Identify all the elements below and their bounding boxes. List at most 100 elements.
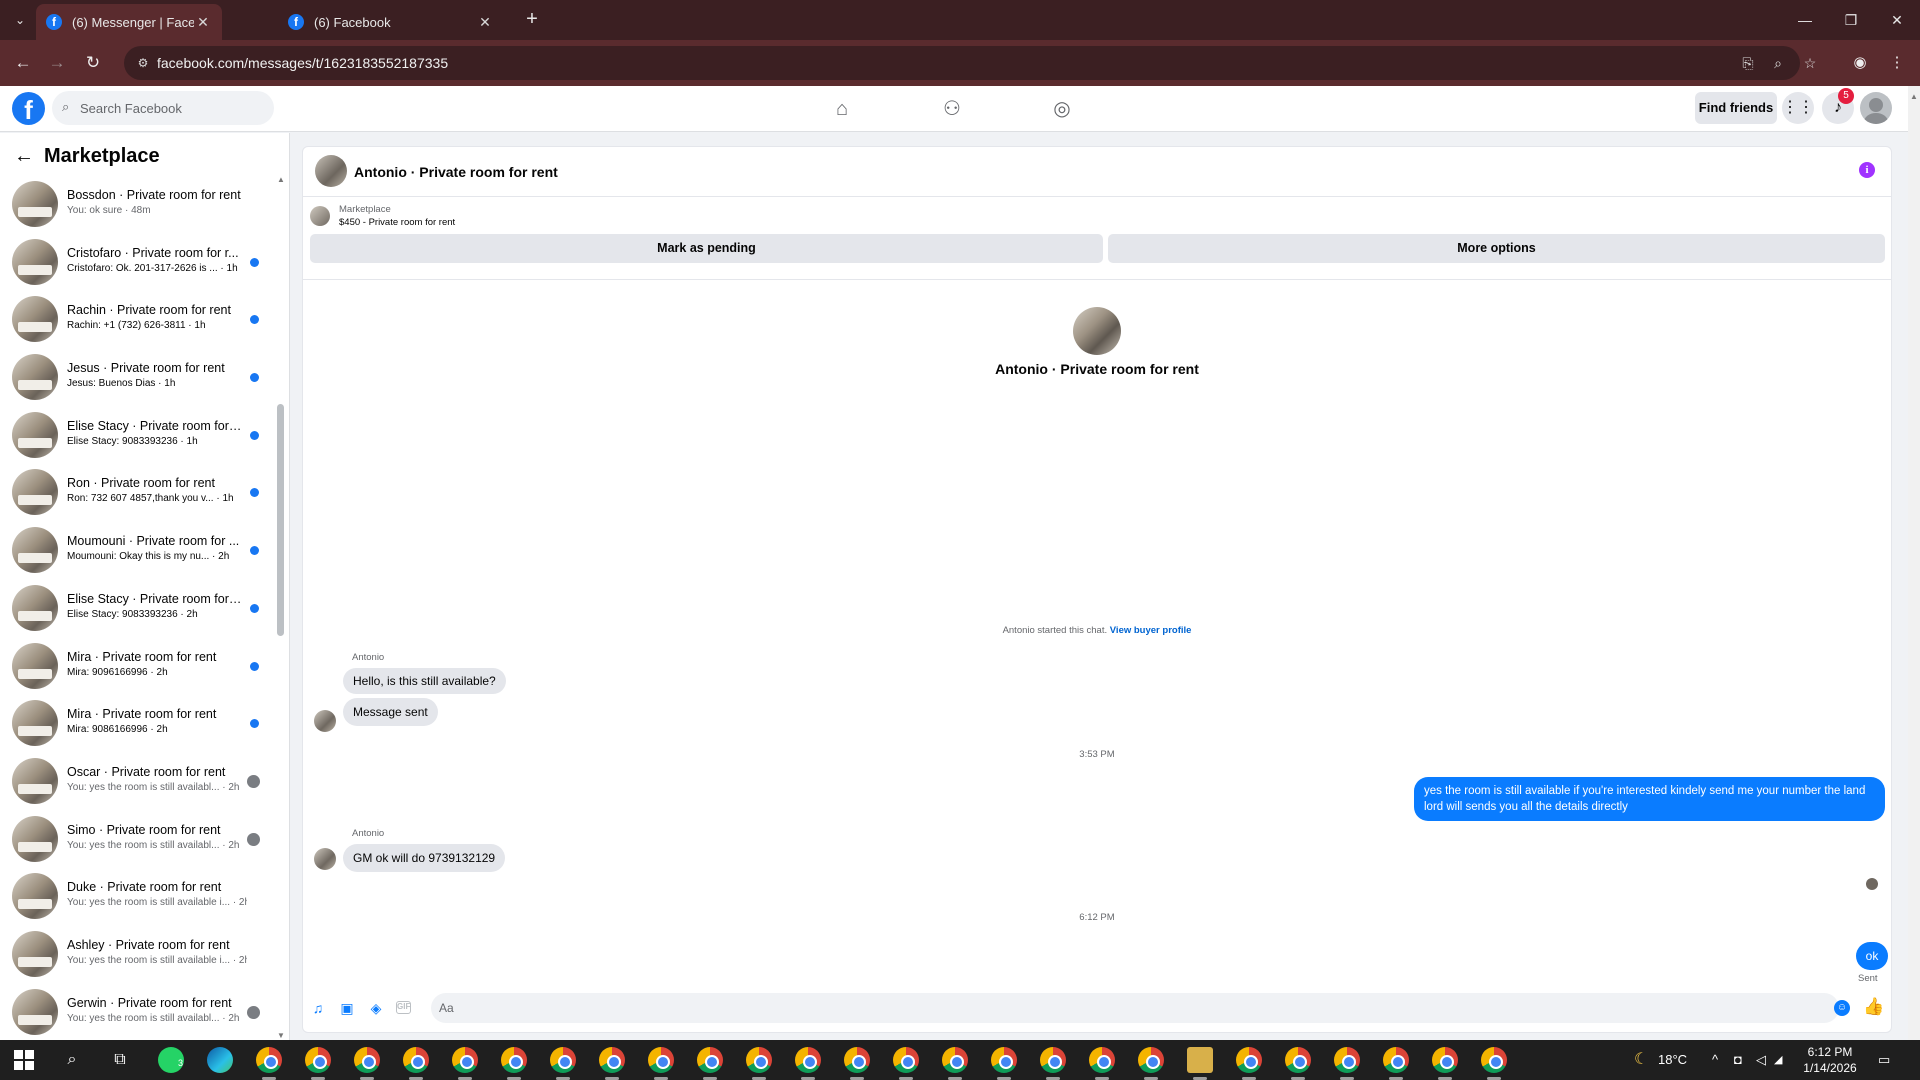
message-bubble[interactable]: Hello, is this still available? bbox=[343, 668, 506, 694]
listing-thumbnail[interactable] bbox=[310, 206, 330, 226]
find-friends-button[interactable]: Find friends bbox=[1695, 92, 1777, 124]
chrome-window-icon[interactable] bbox=[697, 1047, 723, 1073]
sidebar-scrollbar[interactable]: ▲ ▼ bbox=[274, 175, 286, 1040]
task-view-icon[interactable]: ⧉ bbox=[106, 1046, 134, 1074]
chat-title[interactable]: Antonio · Private room for rent bbox=[354, 164, 558, 180]
chrome-window-icon[interactable] bbox=[942, 1047, 968, 1073]
back-arrow-icon[interactable]: ← bbox=[14, 144, 38, 168]
groups-icon[interactable]: ◎ bbox=[1048, 95, 1076, 123]
chrome-window-icon[interactable] bbox=[1236, 1047, 1262, 1073]
weather-temperature[interactable]: 18°C bbox=[1658, 1050, 1687, 1070]
chrome-window-icon[interactable] bbox=[354, 1047, 380, 1073]
edge-icon[interactable] bbox=[207, 1047, 233, 1073]
chrome-window-icon[interactable] bbox=[1285, 1047, 1311, 1073]
chrome-window-icon[interactable] bbox=[1383, 1047, 1409, 1073]
facebook-search[interactable]: ⌕ bbox=[52, 91, 274, 125]
notification-center-icon[interactable]: ▭ bbox=[1878, 1050, 1890, 1070]
conversation-item[interactable]: Mira · Private room for rent Mira: 909616… bbox=[0, 637, 272, 695]
conversation-item[interactable]: Ashley · Private room for rent You: yes t… bbox=[0, 925, 272, 983]
chrome-window-icon[interactable] bbox=[1138, 1047, 1164, 1073]
profile-icon[interactable]: ◉ bbox=[1849, 52, 1871, 74]
chrome-window-icon[interactable] bbox=[403, 1047, 429, 1073]
account-avatar[interactable] bbox=[1860, 92, 1892, 124]
conversation-item[interactable]: Gerwin · Private room for rent You: yes t… bbox=[0, 983, 272, 1040]
chrome-window-icon[interactable] bbox=[844, 1047, 870, 1073]
conversation-item[interactable]: Elise Stacy · Private room for r... Elise… bbox=[0, 406, 272, 464]
intro-avatar[interactable] bbox=[1073, 307, 1121, 355]
bookmark-star-icon[interactable]: ☆ bbox=[1800, 53, 1820, 73]
gif-icon[interactable]: GIF bbox=[396, 1001, 411, 1014]
message-input[interactable] bbox=[431, 993, 1839, 1023]
file-explorer-icon[interactable] bbox=[1187, 1047, 1213, 1073]
chrome-window-icon[interactable] bbox=[305, 1047, 331, 1073]
address-bar[interactable]: ⚙ facebook.com/messages/t/16231835521873… bbox=[124, 46, 1816, 80]
conversation-item[interactable]: Cristofaro · Private room for r... Cristo… bbox=[0, 233, 272, 291]
mark-as-pending-button[interactable]: Mark as pending bbox=[310, 234, 1103, 263]
chrome-window-icon[interactable] bbox=[1481, 1047, 1507, 1073]
zoom-icon[interactable]: ⌕ bbox=[1768, 53, 1788, 73]
sticker-icon[interactable]: ◈ bbox=[367, 999, 385, 1017]
minimize-icon[interactable]: — bbox=[1782, 0, 1828, 40]
conversation-info-icon[interactable]: i bbox=[1859, 162, 1875, 178]
scroll-up-arrow-icon[interactable]: ▲ bbox=[1910, 92, 1918, 101]
sender-avatar[interactable] bbox=[314, 710, 336, 732]
microphone-icon[interactable]: ♫ bbox=[309, 999, 327, 1017]
tab-messenger[interactable]: f (6) Messenger | Facebook ✕ bbox=[36, 4, 222, 40]
install-app-icon[interactable]: ⎘ bbox=[1738, 53, 1758, 73]
chrome-window-icon[interactable] bbox=[1432, 1047, 1458, 1073]
chrome-window-icon[interactable] bbox=[746, 1047, 772, 1073]
chrome-window-icon[interactable] bbox=[893, 1047, 919, 1073]
tray-chevron-icon[interactable]: ^ bbox=[1712, 1050, 1718, 1070]
search-input[interactable] bbox=[80, 98, 260, 118]
conversation-item[interactable]: Oscar · Private room for rent You: yes th… bbox=[0, 752, 272, 810]
friends-icon[interactable]: ⚇ bbox=[938, 95, 966, 123]
taskbar-search-icon[interactable]: ⌕ bbox=[58, 1046, 86, 1074]
close-window-icon[interactable]: ✕ bbox=[1874, 0, 1920, 40]
volume-icon[interactable]: ◁ bbox=[1756, 1050, 1766, 1070]
site-info-icon[interactable]: ⚙ bbox=[134, 54, 152, 72]
message-bubble[interactable]: GM ok will do 9739132129 bbox=[343, 844, 506, 872]
message-bubble-outgoing[interactable]: yes the room is still available if you'r… bbox=[1414, 777, 1885, 821]
emoji-icon[interactable]: ☺ bbox=[1834, 1000, 1850, 1016]
conversation-item[interactable]: Elise Stacy · Private room for r... Elise… bbox=[0, 579, 272, 637]
weather-moon-icon[interactable]: ☾ bbox=[1634, 1050, 1648, 1070]
sender-avatar[interactable] bbox=[314, 848, 336, 870]
chrome-window-icon[interactable] bbox=[795, 1047, 821, 1073]
reload-icon[interactable]: ↻ bbox=[80, 50, 106, 76]
chrome-window-icon[interactable] bbox=[1089, 1047, 1115, 1073]
wifi-icon[interactable]: ◢ bbox=[1774, 1050, 1782, 1070]
photo-icon[interactable]: ▣ bbox=[338, 999, 356, 1017]
facebook-logo-icon[interactable]: f bbox=[12, 92, 45, 125]
scroll-down-arrow-icon[interactable]: ▼ bbox=[277, 1031, 285, 1040]
close-tab-icon[interactable]: ✕ bbox=[194, 14, 212, 31]
menu-grid-icon[interactable]: ⋮⋮ bbox=[1782, 92, 1814, 124]
browser-menu-icon[interactable]: ⋮ bbox=[1886, 52, 1908, 74]
close-tab-icon[interactable]: ✕ bbox=[476, 14, 494, 31]
conversation-item[interactable]: Simo · Private room for rent You: yes the… bbox=[0, 810, 272, 868]
new-tab-icon[interactable]: + bbox=[520, 8, 544, 32]
conversation-item[interactable]: Rachin · Private room for rent Rachin: +1… bbox=[0, 290, 272, 348]
conversation-item[interactable]: Ron · Private room for rent Ron: 732 607 … bbox=[0, 463, 272, 521]
thumbs-up-icon[interactable]: 👍 bbox=[1863, 997, 1884, 1017]
scrollbar-thumb[interactable] bbox=[277, 404, 284, 636]
message-bubble-outgoing[interactable]: ok bbox=[1856, 942, 1888, 970]
back-icon[interactable]: ← bbox=[10, 50, 36, 76]
chrome-window-icon[interactable] bbox=[991, 1047, 1017, 1073]
message-bubble[interactable]: Message sent bbox=[343, 698, 438, 726]
conversation-item[interactable]: Duke · Private room for rent You: yes the… bbox=[0, 867, 272, 925]
tab-search-chevron-icon[interactable]: ⌄ bbox=[8, 9, 32, 31]
tab-facebook[interactable]: f (6) Facebook ✕ bbox=[278, 4, 504, 40]
home-icon[interactable]: ⌂ bbox=[828, 95, 856, 123]
chrome-window-icon[interactable] bbox=[452, 1047, 478, 1073]
page-scrollbar[interactable]: ▲ bbox=[1908, 86, 1920, 1040]
restore-icon[interactable]: ❐ bbox=[1828, 0, 1874, 40]
system-clock[interactable]: 6:12 PM 1/14/2026 bbox=[1790, 1044, 1870, 1076]
chrome-window-icon[interactable] bbox=[599, 1047, 625, 1073]
chrome-window-icon[interactable] bbox=[501, 1047, 527, 1073]
scroll-up-arrow-icon[interactable]: ▲ bbox=[277, 175, 285, 184]
more-options-button[interactable]: More options bbox=[1108, 234, 1885, 263]
windows-start-icon[interactable] bbox=[14, 1050, 34, 1070]
chrome-window-icon[interactable] bbox=[1040, 1047, 1066, 1073]
chat-avatar[interactable] bbox=[315, 155, 347, 187]
chrome-window-icon[interactable] bbox=[550, 1047, 576, 1073]
